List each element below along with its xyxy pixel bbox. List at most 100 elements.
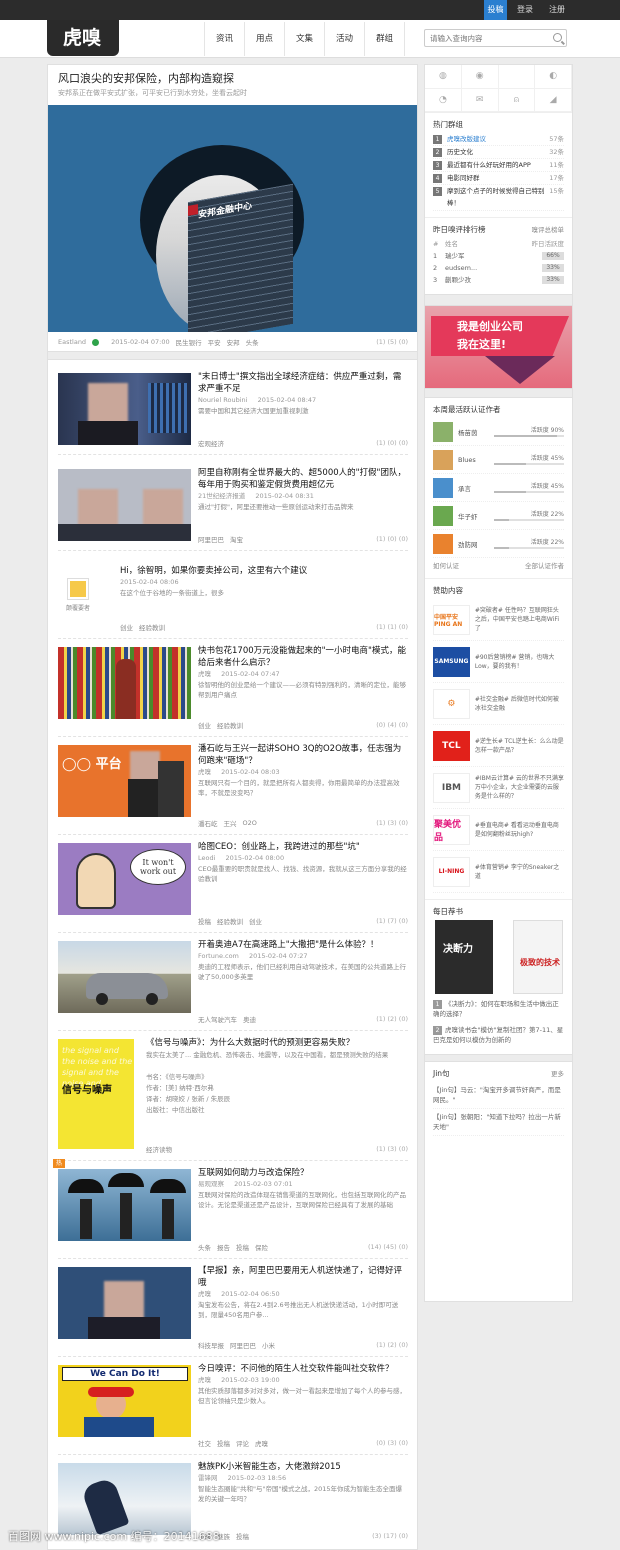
article-thumb[interactable]: It won't work out (58, 843, 191, 915)
mail-icon[interactable]: ✉ (461, 88, 499, 112)
article-title[interactable]: 《信号与噪声》：为什么大数据时代的预测更容易失败？ (146, 1037, 408, 1049)
article-author[interactable]: 雷锋网 (198, 1474, 218, 1482)
article-thumb[interactable]: We Can Do It! (58, 1365, 191, 1437)
sponsor-item[interactable]: LI-NING #体育营销# 李宁的Sneaker之道 (433, 851, 564, 893)
nav-groups[interactable]: 群组 (364, 22, 406, 56)
group-name[interactable]: 历史文化 (447, 146, 473, 158)
author-name[interactable]: 华子虾 (458, 511, 494, 521)
featured-tag[interactable]: 平安 (208, 337, 221, 347)
article-tag[interactable]: 淘宝 (230, 534, 243, 544)
featured-tag[interactable]: 民生银行 (176, 337, 202, 347)
article-author[interactable]: Nouriel Roubini (198, 396, 248, 404)
author-name[interactable]: 杨苗茵 (458, 427, 494, 437)
article-author[interactable]: 虎嗅 (198, 1290, 211, 1298)
author-avatar[interactable] (433, 533, 453, 554)
register-link[interactable]: 注册 (542, 0, 572, 20)
article-title[interactable]: Hi，徐智明，如果你要卖掉公司，这里有六个建议 (120, 565, 408, 577)
article-title[interactable]: 潘石屹与王兴一起讲SOHO 3Q的O2O故事，任志强为何跑来"砸场"？ (198, 743, 408, 767)
sponsor-item[interactable]: IBM #IBM云计算# 云的世界不只满享万中小企业，大企业需要的云服务是什么样的… (433, 767, 564, 809)
article-tag[interactable]: 虎嗅 (255, 1438, 268, 1448)
nav-events[interactable]: 活动 (324, 22, 364, 56)
article-tag[interactable]: 投稿 (217, 1438, 230, 1448)
article-tag[interactable]: O2O (243, 819, 257, 827)
book-link[interactable]: 《决断力》：如何在职场和生活中做出正确的选择？ (433, 1000, 559, 1018)
sponsor-item[interactable]: 中国平安 PING AN #突破者# 任性吗？互联网狂头之后，中国平安也踏上电商W… (433, 599, 564, 641)
post-link[interactable]: 投稿 (484, 0, 507, 20)
article-title[interactable]: 魅族PK小米智能生态，大佬激辩2015 (198, 1461, 408, 1473)
article-tag[interactable]: 经验教训 (217, 720, 243, 730)
featured-author[interactable]: Eastland (58, 338, 86, 346)
author-avatar[interactable] (433, 421, 453, 442)
rss-icon[interactable]: ◢ (535, 88, 572, 112)
article-tag[interactable]: 报告 (217, 1242, 230, 1252)
weibo-icon[interactable]: ◉ (461, 65, 499, 89)
article-thumb[interactable] (58, 647, 191, 719)
article-title[interactable]: 今日嗅评：不问他的陌生人社交软件能叫社交软件？ (198, 1363, 408, 1375)
jin-item[interactable]: 【Jin句】马云："淘宝开多调节奸商严，而是网民。" (433, 1082, 564, 1109)
book-cover-2[interactable]: 极致的技术 (513, 920, 563, 994)
article-tag[interactable]: 评论 (236, 1438, 249, 1448)
article-title[interactable]: 快书包花1700万元没能做起来的"一小时电商"模式，能给后来者什么启示？ (198, 645, 408, 669)
sponsor-item[interactable]: ⚙ #社交金融# 后微信时代如何被冰社交金融 (433, 683, 564, 725)
article-title[interactable]: "末日博士"撰文指出全球经济症结：供应严重过剩，需求严重不足 (198, 371, 408, 395)
article-author[interactable]: Leodi (198, 854, 215, 862)
article-tag[interactable]: 阿里巴巴 (230, 1340, 256, 1350)
search-icon[interactable] (553, 33, 562, 42)
article-tag[interactable]: 经验教训 (139, 622, 165, 632)
group-name[interactable]: 摩到这个点子的时候觉得自己特别棒！ (447, 185, 547, 209)
author-avatar[interactable] (433, 505, 453, 526)
featured-image[interactable]: 安邦金融中心 (48, 105, 417, 332)
featured-tag[interactable]: 安邦 (227, 337, 240, 347)
article-title[interactable]: 互联网如何助力与改造保险？ (198, 1167, 408, 1179)
book-cover[interactable]: the signal and the noise and the signal … (58, 1039, 134, 1149)
article-tag[interactable]: 科技早报 (198, 1340, 224, 1350)
author-avatar[interactable] (68, 579, 88, 599)
globe-icon[interactable]: ◔ (425, 88, 462, 112)
article-thumb[interactable] (58, 1463, 191, 1535)
article-thumb[interactable] (58, 373, 191, 445)
author-avatar[interactable] (433, 449, 453, 470)
group-name[interactable]: 虎嗅改版建议 (447, 133, 486, 145)
article-tag[interactable]: 创业 (120, 622, 133, 632)
article-tag[interactable]: 阿里巴巴 (198, 534, 224, 544)
jin-item[interactable]: 【Jin句】张朝阳："知道下拉吗？拉出一片新天地" (433, 1109, 564, 1136)
article-thumb[interactable] (58, 941, 191, 1013)
article-title[interactable]: 阿里自称刚有全世界最大的、超5000人的"打假"团队，每年用于购买和鉴定假货费用… (198, 467, 408, 491)
nav-points[interactable]: 用点 (244, 22, 284, 56)
sponsor-item[interactable]: SAMSUNG #90后营销榜# 营销，也嗨大Low，要的我有！ (433, 641, 564, 683)
article-tag[interactable]: 经济读物 (146, 1144, 172, 1154)
article-author[interactable]: 虎嗅 (198, 670, 211, 678)
author-name[interactable]: 劲防网 (458, 539, 494, 549)
all-authors-link[interactable]: 全部认证作者 (525, 558, 564, 574)
author-name[interactable]: 承言 (458, 483, 494, 493)
ranking-more-link[interactable]: 嗅评总榜单 (532, 222, 565, 238)
ranking-name[interactable]: 瑞少军 (445, 250, 465, 262)
article-author[interactable]: 易观观察 (198, 1180, 224, 1188)
article-tag[interactable]: 奥迪 (243, 1014, 256, 1024)
how-to-verify-link[interactable]: 如何认证 (433, 558, 459, 574)
article-tag[interactable]: 经验教训 (217, 916, 243, 926)
ranking-name[interactable]: eudsem... (445, 262, 477, 274)
sponsor-item[interactable]: TCL #逆生长# TCL逆生长：么么动是怎样一款产品？ (433, 725, 564, 767)
book-link[interactable]: 虎嗅读书会"模仿"复制社团？第7-11、星巴克是如何以模仿为创新的 (433, 1026, 563, 1044)
article-title[interactable]: 哈图CEO：创业路上，我跨进过的那些"坑" (198, 841, 408, 853)
article-tag[interactable]: 投稿 (198, 916, 211, 926)
article-tag[interactable]: 小米 (262, 1340, 275, 1350)
article-thumb[interactable] (58, 1267, 191, 1339)
jin-more-link[interactable]: 更多 (551, 1066, 564, 1082)
featured-tag[interactable]: 头条 (246, 337, 259, 347)
article-thumb[interactable] (58, 469, 191, 541)
article-tag[interactable]: 社交 (198, 1438, 211, 1448)
author-avatar[interactable] (433, 477, 453, 498)
article-tag[interactable]: 投稿 (236, 1242, 249, 1252)
android-icon[interactable]: ◐ (535, 65, 572, 89)
startup-ad[interactable]: 我是创业公司 我在这里! (425, 306, 572, 388)
ranking-name[interactable]: 蒯颗少孜 (445, 274, 471, 286)
article-tag[interactable]: 创业 (198, 720, 211, 730)
article-author[interactable]: Fortune.com (198, 952, 239, 960)
login-link[interactable]: 登录 (510, 0, 540, 20)
article-tag[interactable]: 潘石屹 (198, 818, 218, 828)
article-title[interactable]: 【早报】亲，阿里巴巴要用无人机送快递了，记得好评哦 (198, 1265, 408, 1289)
site-logo[interactable]: 虎嗅 (47, 20, 119, 56)
article-tag[interactable]: 宏观经济 (198, 438, 224, 448)
